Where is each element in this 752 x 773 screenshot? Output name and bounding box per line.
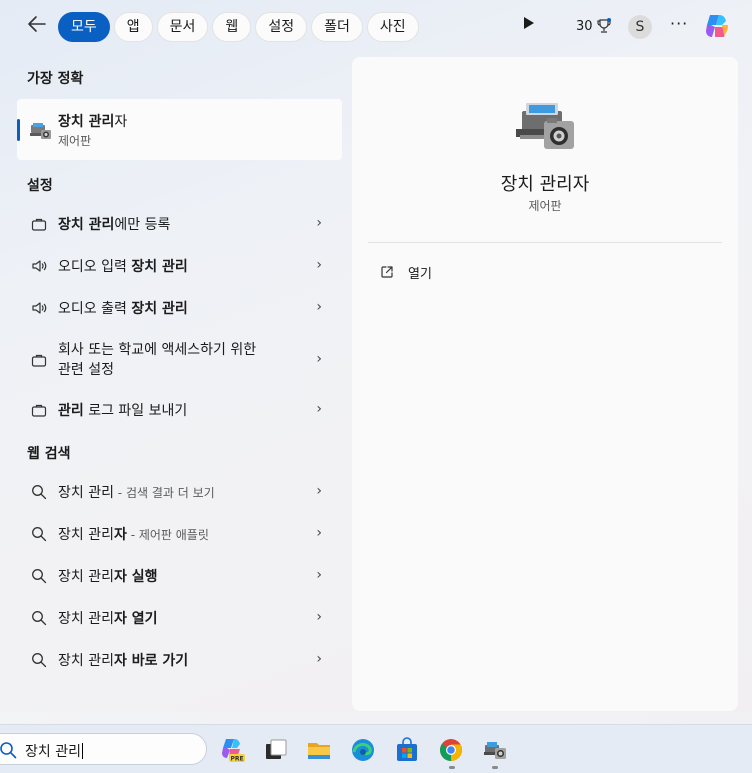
settings-item[interactable]: 회사 또는 학교에 액세스하기 위한 관련 설정 › <box>17 332 342 388</box>
open-external-icon <box>381 266 393 278</box>
file-explorer-icon[interactable] <box>306 737 332 763</box>
chevron-right-icon: › <box>316 651 322 667</box>
taskbar: 장치 관리 PRE <box>0 724 752 773</box>
edge-icon[interactable] <box>350 737 376 763</box>
search-icon <box>32 653 47 668</box>
settings-item-label-line1: 회사 또는 학교에 액세스하기 위한 <box>58 342 257 358</box>
divider <box>368 242 722 243</box>
play-icon[interactable] <box>524 17 534 29</box>
filter-settings[interactable]: 설정 <box>255 12 308 42</box>
search-filter-bar: 모두 앱 문서 웹 설정 폴더 사진 30 S ··· <box>0 0 752 52</box>
device-manager-taskbar-icon[interactable] <box>482 737 508 763</box>
running-indicator <box>492 766 498 769</box>
briefcase-icon <box>31 354 47 367</box>
settings-item-label: 장치 관리에만 등록 <box>58 217 171 233</box>
back-button[interactable] <box>24 13 50 39</box>
web-search-label: 장치 관리자 열기 <box>58 611 158 627</box>
search-icon <box>32 569 47 584</box>
settings-item[interactable]: 오디오 입력 장치 관리 › <box>17 246 342 286</box>
settings-item-label: 오디오 입력 장치 관리 <box>58 259 188 275</box>
web-search-label: 장치 관리자 실행 <box>58 569 158 585</box>
running-indicator <box>449 766 455 769</box>
search-icon <box>0 742 17 759</box>
settings-item[interactable]: 관리 로그 파일 보내기 › <box>17 390 342 430</box>
web-search-item[interactable]: 장치 관리 - 검색 결과 더 보기 › <box>17 472 342 512</box>
search-input[interactable]: 장치 관리 <box>25 741 83 761</box>
search-icon <box>32 611 47 626</box>
chevron-right-icon: › <box>316 351 322 367</box>
chevron-right-icon: › <box>316 215 322 231</box>
best-match-item[interactable]: 장치 관리자 제어판 <box>17 99 342 160</box>
speaker-icon <box>32 260 47 272</box>
copilot-icon[interactable] <box>702 11 732 41</box>
open-action[interactable]: 열기 <box>380 262 432 282</box>
chevron-right-icon: › <box>316 567 322 583</box>
detail-title: 장치 관리자 <box>500 174 590 195</box>
chevron-right-icon: › <box>316 257 322 273</box>
copilot-pre-icon[interactable]: PRE <box>219 737 245 763</box>
web-search-item[interactable]: 장치 관리자 - 제어판 애플릿 › <box>17 514 342 554</box>
web-search-label: 장치 관리 - 검색 결과 더 보기 <box>58 485 215 501</box>
best-match-subtitle: 제어판 <box>58 134 92 148</box>
settings-item-label-line2: 관련 설정 <box>58 362 114 378</box>
web-search-item[interactable]: 장치 관리자 열기 › <box>17 598 342 638</box>
arrow-left-icon <box>28 16 46 32</box>
filter-web[interactable]: 웹 <box>212 12 252 42</box>
filter-chips: 모두 앱 문서 웹 설정 폴더 사진 <box>58 12 419 42</box>
web-search-item[interactable]: 장치 관리자 실행 › <box>17 556 342 596</box>
filter-photos[interactable]: 사진 <box>366 12 419 42</box>
device-manager-icon <box>30 123 51 139</box>
open-label: 열기 <box>408 266 432 282</box>
chrome-icon[interactable] <box>438 737 464 763</box>
web-search-heading: 웹 검색 <box>27 446 71 462</box>
rewards-points[interactable]: 30 <box>576 18 612 34</box>
filter-all[interactable]: 모두 <box>58 12 110 42</box>
svg-text:PRE: PRE <box>230 756 243 763</box>
search-icon <box>32 527 47 542</box>
task-view-icon[interactable] <box>263 737 289 763</box>
selection-indicator <box>17 119 20 141</box>
settings-heading: 설정 <box>27 178 53 194</box>
settings-item-label: 관리 로그 파일 보내기 <box>58 403 188 419</box>
more-options-button[interactable]: ··· <box>670 14 688 33</box>
web-search-label: 장치 관리자 바로 가기 <box>58 653 189 669</box>
filter-documents[interactable]: 문서 <box>156 12 209 42</box>
chevron-right-icon: › <box>316 525 322 541</box>
avatar[interactable]: S <box>628 15 652 39</box>
filter-folders[interactable]: 폴더 <box>311 12 363 42</box>
chevron-right-icon: › <box>316 483 322 499</box>
settings-item[interactable]: 장치 관리에만 등록 › <box>17 204 342 244</box>
chevron-right-icon: › <box>316 609 322 625</box>
taskbar-search-box[interactable]: 장치 관리 <box>0 733 207 765</box>
filter-apps[interactable]: 앱 <box>113 12 153 42</box>
chevron-right-icon: › <box>316 401 322 417</box>
search-icon <box>32 485 47 500</box>
trophy-icon <box>596 18 611 33</box>
start-search-panel: 모두 앱 문서 웹 설정 폴더 사진 30 S ··· 가장 정확 장치 관리자… <box>0 0 752 712</box>
speaker-icon <box>32 302 47 314</box>
points-value: 30 <box>576 18 593 34</box>
web-search-item[interactable]: 장치 관리자 바로 가기 › <box>17 640 342 680</box>
device-manager-icon <box>516 103 574 149</box>
best-match-name: 장치 관리자 <box>58 114 128 130</box>
briefcase-icon <box>31 218 47 231</box>
microsoft-store-icon[interactable] <box>394 737 420 763</box>
settings-item-label: 오디오 출력 장치 관리 <box>58 301 188 317</box>
best-match-heading: 가장 정확 <box>27 71 84 87</box>
web-search-label: 장치 관리자 - 제어판 애플릿 <box>58 527 209 543</box>
chevron-right-icon: › <box>316 299 322 315</box>
settings-item[interactable]: 오디오 출력 장치 관리 › <box>17 288 342 328</box>
detail-pane: 장치 관리자 제어판 열기 <box>352 57 738 711</box>
briefcase-icon <box>31 404 47 417</box>
detail-subtitle: 제어판 <box>528 199 562 213</box>
